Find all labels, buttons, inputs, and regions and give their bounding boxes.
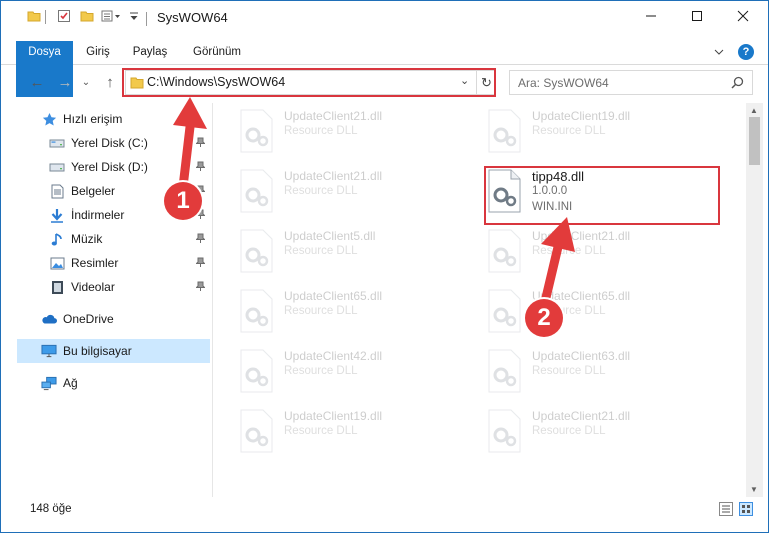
arrow-1	[173, 97, 207, 192]
step-badge-2: 2	[525, 299, 563, 337]
arrow-2	[539, 217, 575, 311]
explorer-window: SysWOW64 Dosya Giriş Paylaş Görünüm ? ← …	[0, 0, 769, 533]
step-badge-1: 1	[164, 182, 202, 220]
annotation-arrows	[173, 97, 575, 311]
